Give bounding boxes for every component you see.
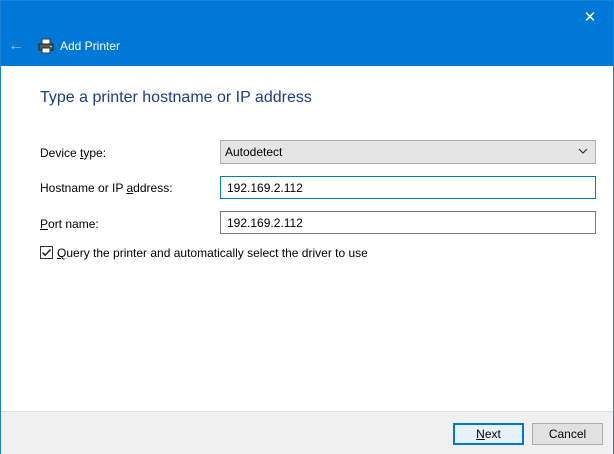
query-printer-label[interactable]: Query the printer and automatically sele…: [57, 246, 368, 260]
back-arrow-icon: ←: [8, 37, 24, 54]
port-name-label: Port name:: [40, 217, 99, 231]
page-heading: Type a printer hostname or IP address: [40, 89, 312, 106]
device-type-dropdown[interactable]: Autodetect: [220, 140, 596, 164]
close-icon: ✕: [583, 8, 597, 26]
next-button[interactable]: Next: [453, 423, 524, 445]
device-type-label: Device type:: [40, 146, 107, 160]
title-bar: ✕ ← Add Printer: [1, 1, 613, 66]
query-printer-checkbox[interactable]: [40, 246, 53, 259]
cancel-button[interactable]: Cancel: [532, 423, 603, 445]
add-printer-window: ✕ ← Add Printer Type a printer hostname …: [0, 0, 614, 454]
port-name-input[interactable]: [220, 211, 596, 234]
hostname-input[interactable]: [220, 176, 596, 199]
hostname-label: Hostname or IP address:: [40, 181, 173, 195]
printer-icon: [38, 38, 54, 54]
device-type-value: Autodetect: [225, 145, 283, 159]
chevron-down-icon: [578, 148, 588, 154]
dialog-footer: Next Cancel: [1, 411, 613, 454]
window-title: Add Printer: [60, 39, 121, 53]
close-button[interactable]: ✕: [567, 1, 613, 32]
checkmark-icon: [41, 248, 52, 257]
back-button[interactable]: ←: [5, 35, 27, 57]
